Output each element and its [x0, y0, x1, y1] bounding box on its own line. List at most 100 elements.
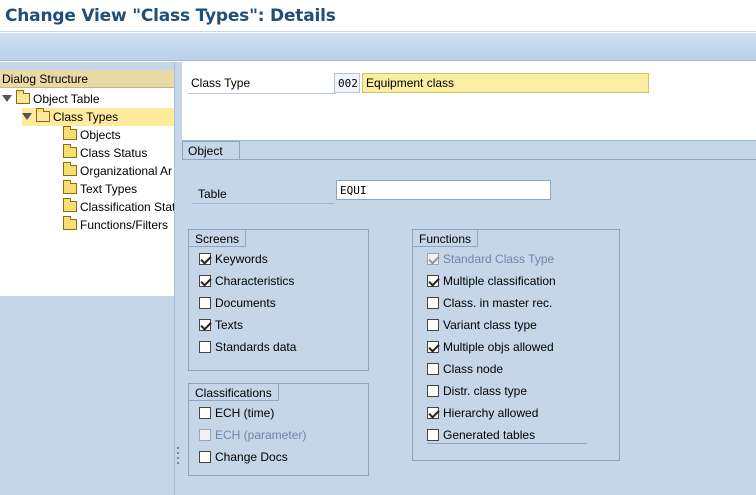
checkbox-label: Class. in master rec.	[443, 296, 553, 310]
functions-group-title: Functions	[412, 229, 479, 247]
folder-icon	[63, 198, 77, 212]
checkbox-label: Multiple objs allowed	[443, 340, 554, 354]
checkbox-label: Documents	[215, 296, 276, 310]
folder-icon	[63, 144, 77, 158]
checkbox-disabled-icon	[199, 429, 211, 441]
checkbox-checked-icon[interactable]	[199, 319, 211, 331]
checkbox-label: Multiple classification	[443, 274, 556, 288]
checkbox-label: Change Docs	[215, 450, 288, 464]
checkbox-class-in-master-rec[interactable]: Class. in master rec.	[427, 296, 552, 314]
screens-group-title: Screens	[188, 229, 247, 247]
checkbox-ech-parameter: ECH (parameter)	[199, 428, 306, 446]
folder-icon	[63, 180, 77, 194]
pane-splitter[interactable]	[174, 62, 182, 495]
classifications-group-title: Classifications	[188, 383, 279, 401]
tree-item-classification-status[interactable]: Classification Stat	[63, 198, 174, 216]
checkbox-standards-data[interactable]: Standards data	[199, 340, 296, 358]
tree-item-label: Classification Stat	[80, 200, 174, 214]
checkbox-label: Distr. class type	[443, 384, 528, 398]
page-title: Change View "Class Types": Details	[5, 6, 336, 26]
expand-triangle-icon[interactable]	[22, 113, 32, 120]
tree-item-label: Class Types	[53, 110, 119, 124]
checkbox-label: Keywords	[215, 252, 268, 266]
class-type-name-field[interactable]: Equipment class	[362, 73, 649, 93]
tree-item-functions-filters[interactable]: Functions/Filters	[63, 216, 168, 234]
folder-icon	[63, 216, 77, 230]
checkbox-label: Generated tables	[443, 428, 536, 442]
tree-item-label: Organizational Ar	[80, 164, 173, 178]
dialog-structure-pane: Dialog Structure Object Table Class Type…	[0, 62, 176, 495]
checkbox-unchecked-icon[interactable]	[199, 407, 211, 419]
splitter-grip-dot	[177, 462, 179, 464]
checkbox-checked-icon[interactable]	[427, 341, 439, 353]
checkbox-checked-icon[interactable]	[427, 407, 439, 419]
checkbox-multiple-classification[interactable]: Multiple classification	[427, 274, 556, 292]
dialog-structure-header: Dialog Structure	[0, 70, 174, 88]
tree-item-class-status[interactable]: Class Status	[63, 144, 147, 162]
checkbox-characteristics[interactable]: Characteristics	[199, 274, 294, 292]
checkbox-unchecked-icon[interactable]	[427, 363, 439, 375]
checkbox-texts[interactable]: Texts	[199, 318, 243, 336]
table-label: Table	[192, 182, 334, 204]
class-type-label: Class Type	[191, 76, 251, 90]
checkbox-label: ECH (time)	[215, 406, 275, 420]
checkbox-unchecked-icon[interactable]	[427, 319, 439, 331]
detail-content: Class Type 002 Equipment class Object Ta…	[182, 62, 756, 495]
checkbox-unchecked-icon[interactable]	[199, 297, 211, 309]
checkbox-unchecked-icon[interactable]	[427, 429, 439, 441]
checkbox-unchecked-icon[interactable]	[199, 451, 211, 463]
checkbox-label: Hierarchy allowed	[443, 406, 539, 420]
checkbox-unchecked-icon[interactable]	[427, 385, 439, 397]
class-type-code-field[interactable]: 002	[334, 73, 360, 93]
checkbox-checked-icon[interactable]	[199, 275, 211, 287]
checkbox-standard-class-type: Standard Class Type	[427, 252, 554, 270]
checkbox-unchecked-icon[interactable]	[427, 297, 439, 309]
object-group-body: Table EQUI Screens Keywords Characterist…	[182, 159, 756, 495]
folder-icon	[63, 126, 77, 140]
checkbox-checked-icon[interactable]	[427, 275, 439, 287]
checkbox-class-node[interactable]: Class node	[427, 362, 503, 380]
checkbox-keywords[interactable]: Keywords	[199, 252, 268, 270]
checkbox-unchecked-icon[interactable]	[199, 341, 211, 353]
tree-item-label: Object Table	[33, 92, 100, 106]
checkbox-multiple-objs-allowed[interactable]: Multiple objs allowed	[427, 340, 554, 358]
expand-triangle-icon[interactable]	[2, 95, 12, 102]
tree-item-text-types[interactable]: Text Types	[63, 180, 137, 198]
folder-open-icon	[16, 90, 30, 104]
tree-item-object-table[interactable]: Object Table	[2, 90, 100, 108]
folder-open-icon	[36, 108, 50, 122]
class-type-header: Class Type 002 Equipment class	[182, 62, 756, 140]
object-group-title: Object	[182, 141, 240, 159]
checkbox-checked-disabled-icon	[427, 253, 439, 265]
class-type-label-row: Class Type	[188, 72, 336, 94]
classifications-group: Classifications ECH (time) ECH (paramete…	[188, 383, 369, 476]
splitter-grip-dot	[177, 457, 179, 459]
checkbox-label: Variant class type	[443, 318, 537, 332]
checkbox-label: ECH (parameter)	[215, 428, 307, 442]
checkbox-label: Class node	[443, 362, 504, 376]
table-input[interactable]: EQUI	[336, 180, 551, 200]
checkbox-hierarchy-allowed[interactable]: Hierarchy allowed	[427, 406, 538, 424]
checkbox-label: Standards data	[215, 340, 297, 354]
screens-group: Screens Keywords Characteristics Documen…	[188, 229, 369, 371]
tree-item-objects[interactable]: Objects	[63, 126, 121, 144]
dialog-structure-tree: Dialog Structure Object Table Class Type…	[0, 70, 174, 296]
checkbox-variant-class-type[interactable]: Variant class type	[427, 318, 537, 336]
tree-item-label: Class Status	[80, 146, 148, 160]
splitter-grip-dot	[177, 447, 179, 449]
checkbox-ech-time[interactable]: ECH (time)	[199, 406, 274, 424]
tree-item-organizational-areas[interactable]: Organizational Ar	[63, 162, 172, 180]
checkbox-checked-icon[interactable]	[199, 253, 211, 265]
title-bar: Change View "Class Types": Details	[0, 0, 756, 32]
checkbox-change-docs[interactable]: Change Docs	[199, 450, 288, 468]
checkbox-documents[interactable]: Documents	[199, 296, 276, 314]
tree-item-class-types[interactable]: Class Types	[22, 108, 174, 126]
checkbox-label: Characteristics	[215, 274, 295, 288]
checkbox-distr-class-type[interactable]: Distr. class type	[427, 384, 527, 402]
tree-item-label: Functions/Filters	[80, 218, 169, 232]
application-toolbar	[0, 33, 756, 61]
object-panel: Object Table EQUI Screens Keywords Chara…	[182, 140, 756, 495]
tree-item-label: Objects	[80, 128, 121, 142]
checkbox-label: Texts	[215, 318, 244, 332]
generated-tables-underline	[427, 443, 587, 444]
